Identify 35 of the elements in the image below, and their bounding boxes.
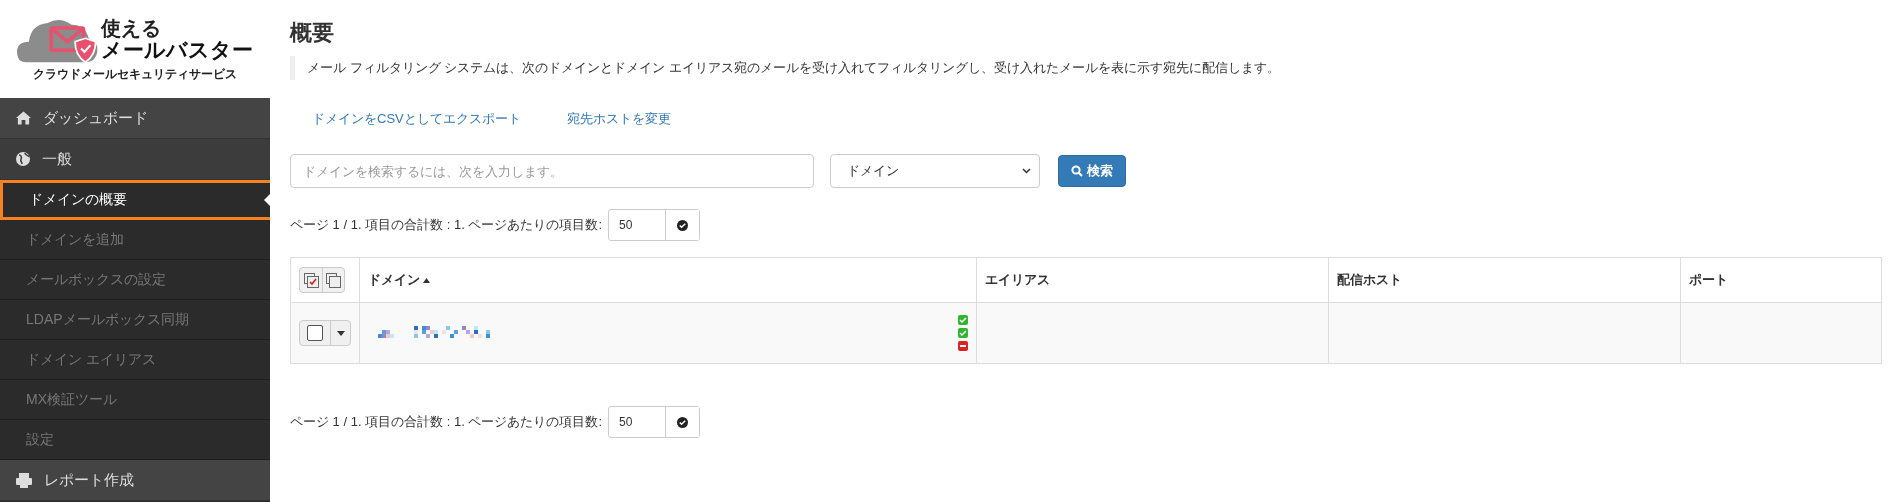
home-icon <box>16 111 31 125</box>
sidebar-subitem[interactable]: ドメインの概要 <box>0 180 270 220</box>
search-field[interactable]: ドメインを検索するには、次を入力します。 <box>290 154 814 188</box>
caret-icon <box>336 330 345 336</box>
page-title: 概要 <box>290 19 335 47</box>
check-circle-icon <box>677 219 689 231</box>
logo: 使える メールバスター クラウドメールセキュリティサービス <box>0 0 270 98</box>
chevron-down-icon <box>1022 168 1031 174</box>
pagination-summary: ページ 1 / 1. 項目の合計数 : 1. ページあたりの項目数: <box>290 413 603 431</box>
column-header[interactable]: ポート <box>1680 257 1882 303</box>
description-text: メール フィルタリング システムは、次のドメインとドメイン エイリアス宛のメールを受け入れてフィルタリングし、受け入れたメールを表に示す宛先に配信します。 <box>290 56 1882 80</box>
deselect-all-button[interactable] <box>322 268 344 292</box>
active-pointer-icon <box>264 194 270 206</box>
checked-boxes-icon <box>303 272 319 288</box>
action-link[interactable]: ドメインをCSVとしてエクスポート <box>312 110 521 128</box>
column-header[interactable]: 配信ホスト <box>1328 257 1681 303</box>
sidebar-item[interactable]: ダッシュボード <box>0 98 270 139</box>
sidebar-item[interactable]: レポート作成 <box>0 460 270 501</box>
globe-icon <box>16 152 30 166</box>
column-header[interactable]: ドメイン <box>359 257 977 303</box>
search-icon <box>1071 165 1083 177</box>
action-link[interactable]: 宛先ホストを変更 <box>566 110 671 128</box>
row-checkbox[interactable] <box>307 325 323 341</box>
search-scope-dropdown[interactable]: ドメイン <box>830 154 1040 188</box>
pagination-summary: ページ 1 / 1. 項目の合計数 : 1. ページあたりの項目数: <box>290 216 603 234</box>
sidebar-item-label: レポート作成 <box>44 470 134 490</box>
per-page-field[interactable]: 50 <box>608 406 701 438</box>
check-circle-icon <box>677 416 689 428</box>
sidebar-item-label: 一般 <box>42 149 72 169</box>
per-page-field[interactable]: 50 <box>608 209 701 241</box>
sidebar-item-label: ダッシュボード <box>43 108 148 128</box>
sort-ascending-icon <box>423 278 430 284</box>
empty-boxes-icon <box>326 272 341 288</box>
column-header[interactable]: エイリアス <box>976 257 1329 303</box>
search-button[interactable]: 検索 <box>1058 155 1126 187</box>
